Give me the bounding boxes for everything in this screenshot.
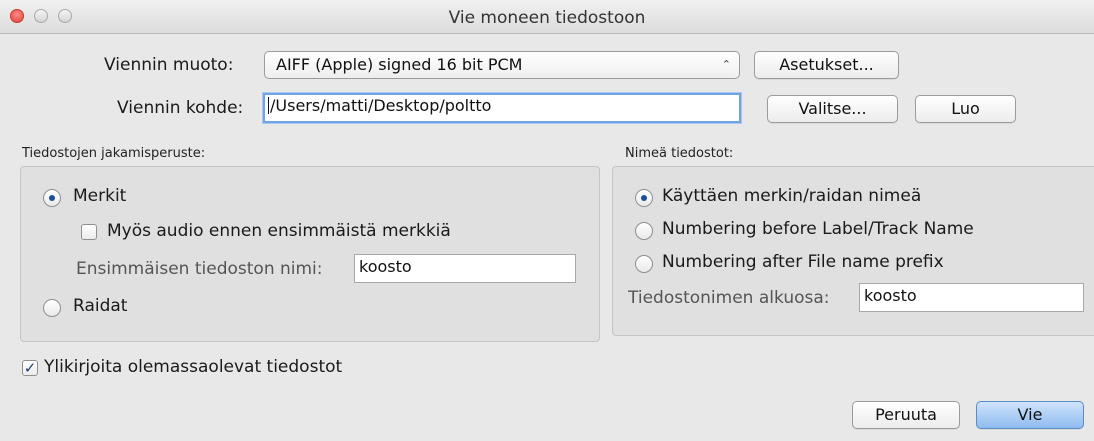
markers-label: Merkit [73, 186, 127, 206]
overwrite-label: Ylikirjoita olemassaolevat tiedostot [44, 357, 343, 377]
choose-button[interactable]: Valitse... [767, 95, 898, 123]
include-audio-label: Myös audio ennen ensimmäistä merkkiä [107, 221, 451, 241]
export-button[interactable]: Vie [976, 401, 1084, 429]
tracks-label: Raidat [73, 296, 128, 316]
updown-arrows-icon: ⌃ [721, 58, 731, 71]
label-name-option: Käyttäen merkin/raidan nimeä [662, 186, 922, 206]
include-audio-checkbox[interactable] [81, 224, 97, 240]
format-selected-value: AIFF (Apple) signed 16 bit PCM [276, 55, 523, 74]
destination-path-input[interactable]: /Users/matti/Desktop/poltto [263, 93, 741, 123]
numbering-before-option: Numbering before Label/Track Name [662, 219, 974, 239]
first-file-name-label: Ensimmäisen tiedoston nimi: [76, 259, 323, 279]
window-title: Vie moneen tiedostoon [448, 8, 646, 28]
markers-radio[interactable] [43, 189, 61, 207]
text-caret [268, 97, 269, 114]
format-popup[interactable]: AIFF (Apple) signed 16 bit PCM ⌃ [264, 51, 740, 79]
numbering-before-radio[interactable] [635, 222, 653, 240]
label-name-radio[interactable] [635, 189, 653, 207]
tracks-radio[interactable] [43, 299, 61, 317]
naming-heading: Nimeä tiedostot: [625, 146, 734, 161]
split-heading: Tiedostojen jakamisperuste: [22, 146, 206, 161]
first-file-name-input[interactable]: koosto [354, 254, 576, 283]
destination-path-value: /Users/matti/Desktop/poltto [270, 96, 492, 115]
title-bar: Vie moneen tiedostoon [0, 0, 1094, 34]
format-label: Viennin muoto: [104, 55, 234, 75]
settings-button[interactable]: Asetukset... [754, 51, 899, 79]
prefix-label: Tiedostonimen alkuosa: [628, 288, 830, 308]
overwrite-checkbox[interactable]: ✓ [22, 360, 38, 376]
numbering-after-radio[interactable] [635, 255, 653, 273]
cancel-button[interactable]: Peruuta [852, 401, 960, 429]
prefix-input[interactable]: koosto [859, 283, 1084, 312]
numbering-after-option: Numbering after File name prefix [662, 252, 944, 272]
create-button[interactable]: Luo [915, 95, 1016, 123]
destination-label: Viennin kohde: [117, 98, 244, 118]
